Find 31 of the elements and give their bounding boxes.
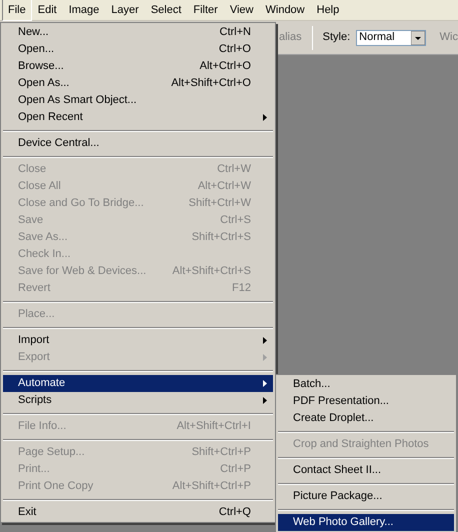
options-label: alias [279, 30, 302, 46]
menu-item[interactable]: Create Droplet... [278, 410, 454, 427]
style-label: Style: [322, 30, 350, 46]
menu-title[interactable]: Select [144, 0, 188, 22]
menu-title[interactable]: Edit [32, 0, 63, 22]
menu-item[interactable]: Picture Package... [278, 488, 454, 505]
dropdown-value: Normal [359, 30, 395, 46]
menu-item[interactable]: Scripts [3, 392, 273, 409]
menu-title[interactable]: View [224, 0, 260, 22]
menu-item[interactable]: Browse... Alt+Ctrl+O [3, 58, 273, 75]
menu-title[interactable]: Image [62, 0, 106, 22]
menu-item[interactable]: Contact Sheet II... [278, 462, 454, 479]
menu-item[interactable]: Web Photo Gallery... [278, 514, 454, 531]
menu-item[interactable]: Open As... Alt+Shift+Ctrl+O [3, 75, 273, 92]
style-dropdown[interactable]: Normal [356, 30, 426, 46]
menu-item[interactable]: Batch... [278, 376, 454, 393]
menu-item[interactable]: PDF Presentation... [278, 393, 454, 410]
menu-title[interactable]: Help [310, 0, 346, 22]
menu-item[interactable]: New... Ctrl+N [3, 24, 273, 41]
menu-item[interactable]: Import [3, 332, 273, 349]
menu-item[interactable]: Open Recent [3, 109, 273, 126]
menu-title[interactable]: Filter [187, 0, 224, 22]
menu-item[interactable]: Open As Smart Object... [3, 92, 273, 109]
dropdown-caret-icon [410, 30, 425, 44]
menu-item[interactable]: Device Central... [3, 135, 273, 152]
options-label: Wic [440, 30, 458, 46]
menu-item[interactable]: Exit Ctrl+Q [3, 504, 273, 521]
menu-title[interactable]: Layer [105, 0, 145, 22]
menu-item[interactable]: Automate [3, 375, 273, 392]
menu-title[interactable]: Window [260, 0, 311, 22]
menu-item[interactable]: Open... Ctrl+O [3, 41, 273, 58]
